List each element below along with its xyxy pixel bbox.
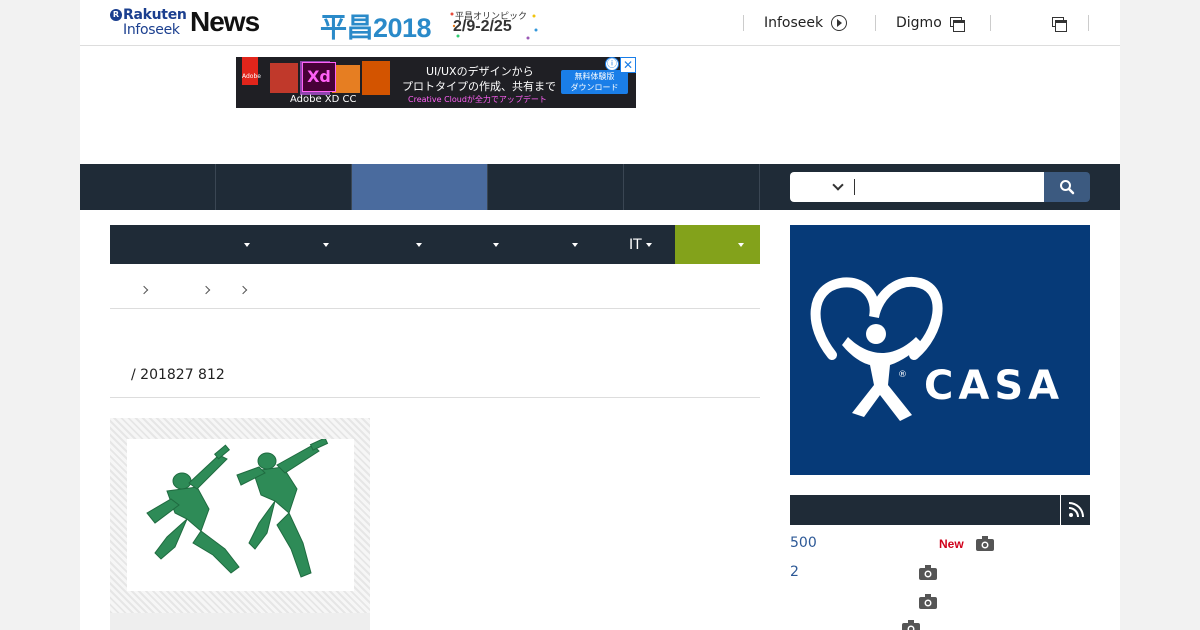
window-icon xyxy=(949,17,965,32)
ad-cta-line1: 無料体験版 xyxy=(574,72,615,81)
adobe-logo: Adobe xyxy=(242,57,261,85)
camera-icon xyxy=(919,565,937,580)
text-cursor xyxy=(854,179,855,195)
dropdown-triangle-icon xyxy=(738,242,744,247)
photo-caption-bar xyxy=(110,613,370,630)
digmo-link-label: Digmo xyxy=(896,15,942,31)
logo-rakuten-text: Rakuten xyxy=(123,7,187,23)
header-divider xyxy=(990,15,991,31)
promo-dates: 2/9-2/25 xyxy=(453,18,512,35)
search-icon xyxy=(1060,180,1075,195)
rss-icon xyxy=(1068,502,1084,518)
chevron-down-icon xyxy=(832,179,844,191)
divider xyxy=(110,397,760,398)
external-link[interactable] xyxy=(1044,0,1067,46)
circle-arrow-icon xyxy=(831,15,848,31)
ad-download-button[interactable]: 無料体験版 ダウンロード xyxy=(561,70,628,94)
casa-heart-logo-icon: ® xyxy=(810,276,943,421)
new-badge: New xyxy=(939,537,964,551)
ad-copy-line3: Creative Cloudが全力でアップデート xyxy=(408,95,547,104)
ad-copy-line2: プロトタイプの作成、共有まで xyxy=(402,80,556,93)
dropdown-triangle-icon xyxy=(493,242,499,247)
pyeongchang-promo-banner[interactable]: 平昌2018 平昌オリンピック 2/9-2/25 xyxy=(320,6,540,43)
article-photo[interactable] xyxy=(110,418,370,613)
rakuten-infoseek-news-logo[interactable]: R Rakuten Infoseek News xyxy=(110,6,262,40)
header-divider xyxy=(743,15,744,31)
logo-infoseek-text: Infoseek xyxy=(123,22,180,38)
ranking-item-1[interactable]: 500 xyxy=(790,535,817,551)
camera-icon xyxy=(902,620,920,630)
rakuten-r-badge: R xyxy=(110,9,122,21)
ranking-item-2[interactable]: 2 xyxy=(790,564,799,580)
header-divider xyxy=(875,15,876,31)
subnav-it-label: IT xyxy=(629,236,642,253)
chevron-right-icon xyxy=(238,285,248,295)
green-army-men-illustration xyxy=(146,437,329,578)
subnav-dropdown[interactable] xyxy=(319,225,329,264)
dropdown-triangle-icon xyxy=(323,242,329,247)
promo-title: 平昌2018 xyxy=(320,13,432,43)
xd-product-icon: Xd xyxy=(302,62,336,92)
search-button[interactable] xyxy=(1044,172,1090,202)
ad-close-icon[interactable]: ✕ xyxy=(620,57,636,73)
search-scope-select[interactable] xyxy=(790,172,854,202)
dropdown-triangle-icon xyxy=(416,242,422,247)
rss-button[interactable] xyxy=(1060,495,1090,525)
ranking-item-label: 2 xyxy=(790,564,799,580)
digmo-link[interactable]: Digmo xyxy=(896,0,965,46)
casa-sidebar-ad[interactable]: ® CASA xyxy=(790,225,1090,475)
subnav-dropdown[interactable] xyxy=(240,225,250,264)
subnav-active-category[interactable] xyxy=(675,225,760,264)
search-input[interactable] xyxy=(854,172,1044,202)
ad-product-name: Adobe XD CC xyxy=(290,94,357,105)
infoseek-link[interactable]: Infoseek xyxy=(764,0,848,46)
nav-tab[interactable] xyxy=(80,164,216,210)
chevron-right-icon xyxy=(201,285,211,295)
breadcrumb xyxy=(110,278,760,309)
nav-tab-active[interactable] xyxy=(352,164,488,210)
nav-tab[interactable] xyxy=(624,164,760,210)
subnav-dropdown[interactable] xyxy=(568,225,578,264)
nav-tab[interactable] xyxy=(216,164,352,210)
subnav-dropdown[interactable] xyxy=(412,225,422,264)
nav-tab[interactable] xyxy=(488,164,624,210)
ad-cta-line2: ダウンロード xyxy=(570,83,619,92)
dropdown-triangle-icon xyxy=(572,242,578,247)
ad-info-icon[interactable]: ⓘ xyxy=(605,57,619,71)
ranking-header xyxy=(790,495,1090,525)
article-meta: / 201827 812 xyxy=(131,367,225,383)
site-header: R Rakuten Infoseek News 平昌2018 平昌オリンピック … xyxy=(80,0,1120,46)
header-divider xyxy=(1088,15,1089,31)
chevron-right-icon xyxy=(139,285,149,295)
sub-category-nav: IT xyxy=(110,225,760,264)
window-icon xyxy=(1052,17,1067,32)
page: R Rakuten Infoseek News 平昌2018 平昌オリンピック … xyxy=(80,0,1120,630)
dropdown-triangle-icon xyxy=(645,242,652,247)
camera-icon xyxy=(919,594,937,609)
subnav-it[interactable]: IT xyxy=(629,225,652,264)
casa-wordmark: CASA xyxy=(924,363,1065,409)
logo-news-text: News xyxy=(190,6,260,37)
search-bar xyxy=(790,172,1090,202)
dropdown-triangle-icon xyxy=(244,242,250,247)
infoseek-link-label: Infoseek xyxy=(764,15,824,31)
toy-soldiers-image xyxy=(127,437,354,591)
registered-mark: ® xyxy=(898,370,907,380)
subnav-dropdown xyxy=(734,225,744,264)
adobe-xd-ad-banner[interactable]: Adobe Xd Adobe XD CC UI/UXのデザインから プロトタイプ… xyxy=(236,57,636,108)
ad-copy-line1: UI/UXのデザインから xyxy=(426,65,534,78)
main-category-nav xyxy=(80,164,1120,210)
camera-icon xyxy=(976,536,994,551)
subnav-dropdown[interactable] xyxy=(489,225,499,264)
ranking-item-label: 500 xyxy=(790,535,817,551)
